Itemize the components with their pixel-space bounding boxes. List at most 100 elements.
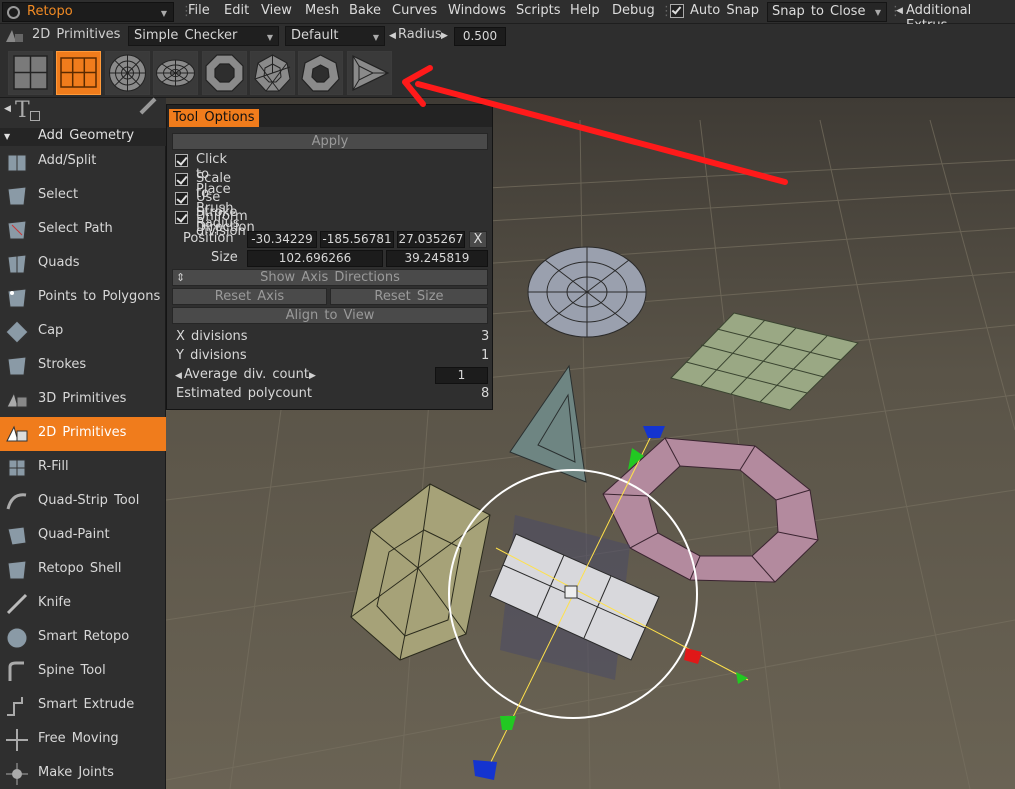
add-geometry-section[interactable]: ▼ Add Geometry <box>0 128 166 146</box>
checker-dropdown[interactable]: Simple Checker ▼ <box>128 26 279 46</box>
tool-item-label: Spine Tool <box>38 663 106 678</box>
y-divisions-label: Y divisions <box>176 348 247 363</box>
radius-input[interactable]: 0.500 <box>454 27 506 46</box>
room-selector[interactable]: Retopo ▼ <box>2 2 174 22</box>
tool-item-select[interactable]: Select <box>0 179 166 213</box>
tool-item-label: R-Fill <box>38 459 69 474</box>
checkbox <box>175 192 188 205</box>
heptagon-ring-button[interactable] <box>298 51 343 95</box>
octagon-ring-button[interactable] <box>202 51 247 95</box>
align-to-view-button[interactable]: Align to View <box>172 307 488 324</box>
tool-item-add-split[interactable]: Add/Split <box>0 145 166 179</box>
tool-item-select-path[interactable]: Select Path <box>0 213 166 247</box>
tool-item-3d-primitives[interactable]: 3D Primitives <box>0 383 166 417</box>
tool-item-2d-primitives[interactable]: 2D Primitives <box>0 417 166 451</box>
reset-axis-button[interactable]: Reset Axis <box>172 288 327 305</box>
r-fill-icon <box>4 455 30 481</box>
estimated-polycount-label: Estimated polycount <box>176 386 312 401</box>
arrow-left-icon[interactable]: ◀ <box>896 6 903 16</box>
octagon-ring-icon <box>205 54 244 92</box>
brush-icon[interactable] <box>139 97 157 115</box>
tool-item-label: Make Joints <box>38 765 114 780</box>
tool-item-label: Cap <box>38 323 64 338</box>
tool-item-quad-paint[interactable]: Quad-Paint <box>0 519 166 553</box>
position-y-input[interactable]: -185.56781 <box>320 231 394 248</box>
arrow-left-icon[interactable]: ◀ <box>175 371 182 381</box>
menu-bake[interactable]: Bake <box>349 3 381 18</box>
triangle-icon <box>352 55 390 91</box>
tool-item-r-fill[interactable]: R-Fill <box>0 451 166 485</box>
disc-button[interactable] <box>105 51 150 95</box>
axis-icon: ⇕ <box>176 271 186 284</box>
menu-view[interactable]: View <box>261 3 292 18</box>
tool-item-smart-extrude[interactable]: Smart Extrude <box>0 689 166 723</box>
quads-icon <box>4 251 30 277</box>
size-x-input[interactable]: 102.696266 <box>247 250 383 267</box>
position-reset-button[interactable]: X <box>469 231 487 248</box>
grid-button[interactable] <box>56 51 101 95</box>
tool-item-retopo-shell[interactable]: Retopo Shell <box>0 553 166 587</box>
size-y-input[interactable]: 39.245819 <box>386 250 488 267</box>
tool-item-cap[interactable]: Cap <box>0 315 166 349</box>
frame-icon <box>30 111 40 121</box>
menu-edit[interactable]: Edit <box>224 3 249 18</box>
tool-options-tab[interactable]: Tool Options <box>169 109 259 127</box>
tools-panel: ◀ T ▼ Add Geometry Add/Split Select Select… <box>0 97 166 789</box>
tool-item-label: Quad-Paint <box>38 527 110 542</box>
chevron-down-icon: ▼ <box>266 33 273 42</box>
arrow-right-icon[interactable]: ▶ <box>441 31 448 41</box>
tool-item-smart-retopo[interactable]: Smart Retopo <box>0 621 166 655</box>
menu-windows[interactable]: Windows <box>448 3 506 18</box>
section-title: Add Geometry <box>38 128 135 143</box>
checkbox <box>175 211 188 224</box>
x-divisions-value[interactable]: 3 <box>481 329 489 344</box>
smart-extrude-icon <box>4 693 30 719</box>
menu-curves[interactable]: Curves <box>392 3 437 18</box>
snap-mode-dropdown[interactable]: Snap to Close ▼ <box>767 2 887 22</box>
average-div-input[interactable]: 1 <box>435 367 488 384</box>
position-x-input[interactable]: -30.34229 <box>247 231 317 248</box>
y-divisions-value[interactable]: 1 <box>481 348 489 363</box>
show-axis-directions-button[interactable]: ⇕ Show Axis Directions <box>172 269 488 286</box>
arrow-right-icon[interactable]: ▶ <box>309 371 316 381</box>
position-z-input[interactable]: 27.035267 <box>397 231 465 248</box>
polygon-disc-button[interactable] <box>250 51 295 95</box>
tool-item-quads[interactable]: Quads <box>0 247 166 281</box>
disc-mesh <box>527 246 647 338</box>
tool-item-strokes[interactable]: Strokes <box>0 349 166 383</box>
tool-item-points-to-polygons[interactable]: Points to Polygons <box>0 281 166 315</box>
current-tool-label: 2D Primitives <box>32 27 121 42</box>
tool-item-knife[interactable]: Knife <box>0 587 166 621</box>
preset-value: Default <box>291 28 339 43</box>
menu-help[interactable]: Help <box>570 3 600 18</box>
menu-mesh[interactable]: Mesh <box>305 3 339 18</box>
room-icon <box>7 6 20 19</box>
quad-grid-button[interactable] <box>8 51 53 95</box>
triangle-button[interactable] <box>347 51 392 95</box>
menu-file[interactable]: File <box>188 3 210 18</box>
tool-item-label: Knife <box>38 595 71 610</box>
arrow-left-icon[interactable]: ◀ <box>389 31 396 41</box>
tool-item-label: Strokes <box>38 357 87 372</box>
preset-dropdown[interactable]: Default ▼ <box>285 26 385 46</box>
ellipse-button[interactable] <box>153 51 198 95</box>
apply-button[interactable]: Apply <box>172 133 488 150</box>
menu-debug[interactable]: Debug <box>612 3 655 18</box>
tool-item-make-joints[interactable]: Make Joints <box>0 757 166 789</box>
add-split-icon <box>4 149 30 175</box>
spine-tool-icon <box>4 659 30 685</box>
reset-size-button[interactable]: Reset Size <box>330 288 488 305</box>
text-tool-icon[interactable]: T <box>15 98 30 123</box>
gizmo-center[interactable] <box>564 585 578 599</box>
select-icon <box>4 183 30 209</box>
tool-options-bar: 2D Primitives Simple Checker ▼ Default ▼… <box>0 24 1015 48</box>
tool-item-quad-strip-tool[interactable]: Quad-Strip Tool <box>0 485 166 519</box>
tool-item-spine-tool[interactable]: Spine Tool <box>0 655 166 689</box>
tool-item-free-moving[interactable]: Free Moving <box>0 723 166 757</box>
chevron-down-icon: ▼ <box>160 9 167 18</box>
tool-item-label: Points to Polygons <box>38 289 161 304</box>
arrow-left-icon[interactable]: ◀ <box>4 104 11 114</box>
menu-scripts[interactable]: Scripts <box>516 3 560 18</box>
chevron-down-icon: ▼ <box>874 8 881 17</box>
auto-snap-checkbox[interactable] <box>670 4 684 18</box>
